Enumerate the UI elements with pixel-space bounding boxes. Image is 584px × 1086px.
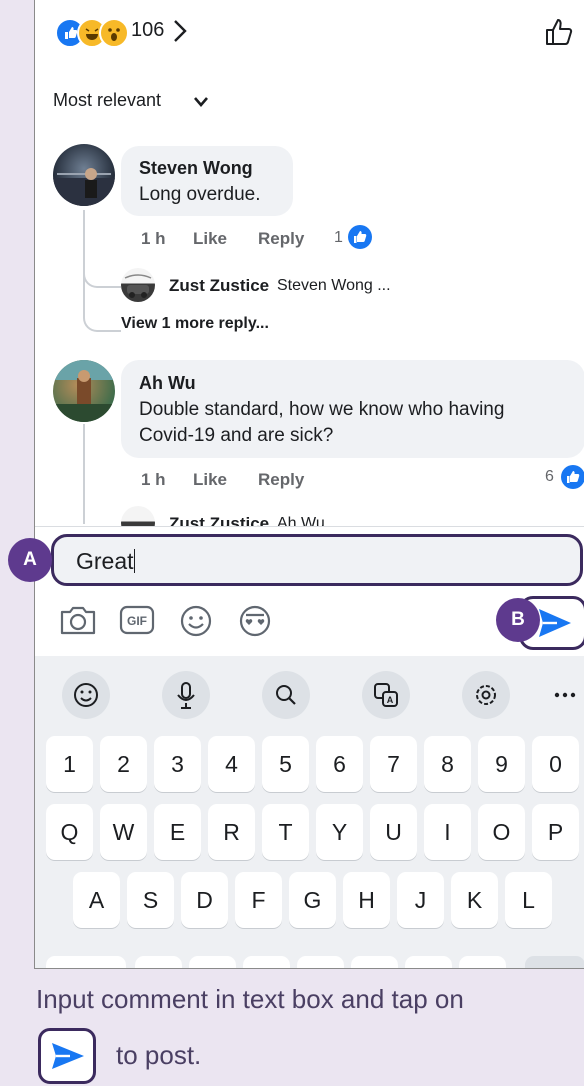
thread-connector: [83, 270, 121, 288]
key-partial[interactable]: [243, 956, 290, 968]
key-partial[interactable]: [525, 956, 584, 968]
thread-line: [83, 424, 85, 524]
key[interactable]: 3: [154, 736, 201, 792]
key[interactable]: U: [370, 804, 417, 860]
key[interactable]: 9: [478, 736, 525, 792]
comment-time: 1 h: [141, 470, 166, 489]
key[interactable]: 8: [424, 736, 471, 792]
mic-icon[interactable]: [161, 670, 211, 725]
chevron-right-icon[interactable]: [171, 16, 189, 51]
like-badge-icon: [561, 465, 584, 494]
key[interactable]: P: [532, 804, 579, 860]
key[interactable]: D: [181, 872, 228, 928]
more-icon[interactable]: [545, 670, 584, 725]
callout-badge-a: A: [8, 538, 52, 582]
instruction-caption: to post.: [116, 1040, 202, 1070]
like-link[interactable]: Like: [193, 229, 227, 249]
thread-connector: [83, 306, 121, 332]
key[interactable]: W: [100, 804, 147, 860]
key[interactable]: G: [289, 872, 336, 928]
key[interactable]: T: [262, 804, 309, 860]
key[interactable]: O: [478, 804, 525, 860]
svg-text:A: A: [387, 695, 394, 705]
view-more-replies-link[interactable]: View 1 more reply...: [121, 315, 269, 333]
camera-icon[interactable]: [59, 604, 97, 641]
key[interactable]: S: [127, 872, 174, 928]
key[interactable]: K: [451, 872, 498, 928]
settings-icon[interactable]: [461, 670, 511, 725]
key[interactable]: H: [343, 872, 390, 928]
key-partial[interactable]: [189, 956, 236, 968]
avatar[interactable]: [121, 268, 155, 302]
comment-text: Long overdue.: [139, 184, 261, 205]
like-count: 6: [545, 468, 554, 485]
key-partial[interactable]: [135, 956, 182, 968]
like-badge-icon: [348, 225, 372, 254]
instruction-caption: Input comment in text box and tap on: [36, 984, 464, 1014]
key[interactable]: L: [505, 872, 552, 928]
key[interactable]: 6: [316, 736, 363, 792]
key[interactable]: 0: [532, 736, 579, 792]
gif-icon[interactable]: GIF: [119, 604, 155, 641]
key[interactable]: A: [73, 872, 120, 928]
reply-snippet[interactable]: Steven Wong ...: [277, 277, 391, 295]
callout-badge-b: B: [496, 598, 540, 642]
like-outline-icon[interactable]: [543, 16, 575, 53]
key[interactable]: Q: [46, 804, 93, 860]
avatar[interactable]: [53, 360, 115, 422]
comment-input[interactable]: Great: [51, 534, 583, 586]
svg-text:GIF: GIF: [127, 614, 147, 628]
key-partial[interactable]: [459, 956, 506, 968]
reply-link[interactable]: Reply: [258, 470, 304, 490]
smiley-icon[interactable]: [179, 604, 213, 643]
send-icon: [539, 609, 571, 637]
key[interactable]: 4: [208, 736, 255, 792]
comment-author[interactable]: Steven Wong: [139, 158, 253, 179]
emoji-icon[interactable]: [61, 670, 111, 725]
comment-text: Covid-19 and are sick?: [139, 425, 334, 446]
reply-link[interactable]: Reply: [258, 229, 304, 249]
key-partial[interactable]: [405, 956, 452, 968]
key[interactable]: 1: [46, 736, 93, 792]
reply-author[interactable]: Zust Zustice: [169, 276, 269, 296]
key-partial[interactable]: [351, 956, 398, 968]
key[interactable]: R: [208, 804, 255, 860]
chevron-down-icon[interactable]: [193, 95, 209, 113]
key[interactable]: F: [235, 872, 282, 928]
keyboard: A 1 2 3 4 5 6 7 8 9 0 Q W E R T Y U I O …: [35, 656, 584, 968]
avatar[interactable]: [53, 144, 115, 206]
key-partial[interactable]: [46, 956, 126, 968]
key[interactable]: Y: [316, 804, 363, 860]
key[interactable]: E: [154, 804, 201, 860]
translate-icon[interactable]: A: [361, 670, 411, 725]
search-icon[interactable]: [261, 670, 311, 725]
key[interactable]: I: [424, 804, 471, 860]
comment-author[interactable]: Ah Wu: [139, 373, 196, 394]
key[interactable]: 5: [262, 736, 309, 792]
reaction-bar: 106: [35, 0, 584, 62]
comment-time: 1 h: [141, 229, 166, 248]
key-partial[interactable]: [297, 956, 344, 968]
wow-icon: [99, 18, 129, 48]
like-link[interactable]: Like: [193, 470, 227, 490]
thread-line: [83, 210, 85, 310]
sticker-icon[interactable]: [237, 604, 273, 643]
send-icon-illustration: [38, 1028, 96, 1084]
sort-dropdown-label[interactable]: Most relevant: [53, 90, 161, 111]
comment-input-value: Great: [76, 548, 135, 574]
comment-text: Double standard, how we know who having: [139, 399, 505, 420]
key[interactable]: J: [397, 872, 444, 928]
key[interactable]: 2: [100, 736, 147, 792]
like-count: 1: [334, 229, 343, 246]
reaction-count[interactable]: 106: [131, 19, 164, 42]
key[interactable]: 7: [370, 736, 417, 792]
phone-screen: 106 Most relevant Steven Wong Long overd…: [34, 0, 584, 969]
